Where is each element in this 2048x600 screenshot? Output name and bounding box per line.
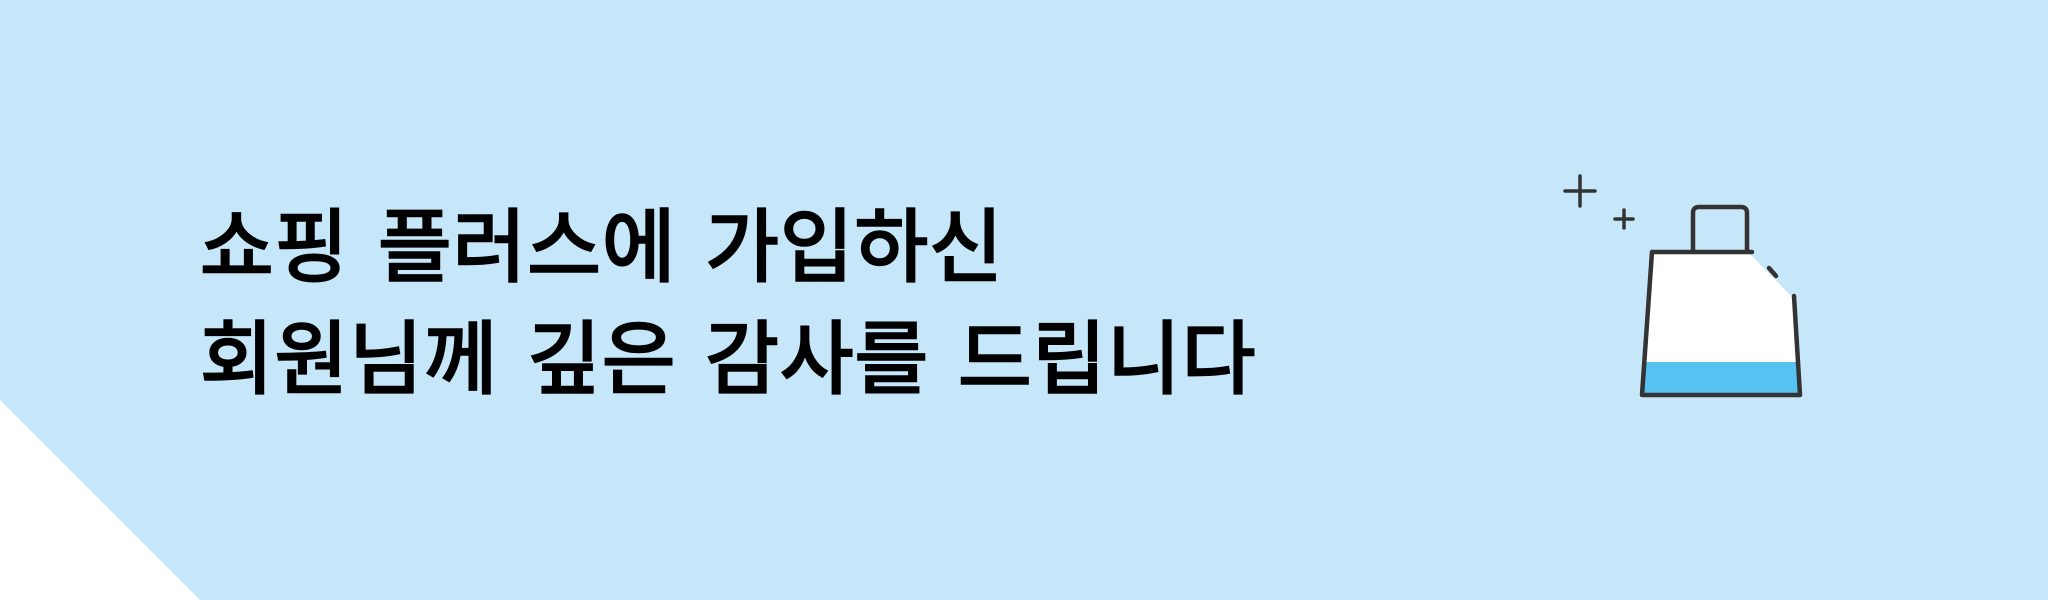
sparkle-icon [1563,174,1635,230]
promo-banner: 쇼핑 플러스에 가입하신 회원님께 깊은 감사를 드립니다 [0,0,2048,600]
banner-headline: 쇼핑 플러스에 가입하신 회원님께 깊은 감사를 드립니다 [200,192,1256,416]
shopping-bag-icon [1563,174,1803,398]
headline-line-1: 쇼핑 플러스에 가입하신 [200,201,1004,294]
headline-line-2: 회원님께 깊은 감사를 드립니다 [200,313,1257,406]
